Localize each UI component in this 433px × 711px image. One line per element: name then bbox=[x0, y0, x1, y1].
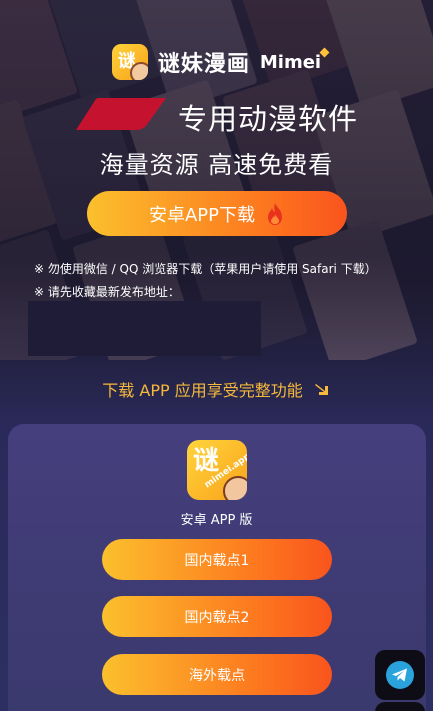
android-app-label: 安卓 APP 版 bbox=[180, 513, 253, 528]
address-box bbox=[28, 301, 261, 356]
floating-button-secondary[interactable] bbox=[375, 702, 425, 711]
mirror-label: 海外载点 bbox=[189, 667, 245, 684]
app-icon-glyph: 谜 bbox=[193, 446, 220, 476]
ribbon-icon bbox=[76, 98, 166, 130]
arrow-down-right-icon bbox=[314, 384, 328, 395]
app-logo-icon: 谜 bbox=[111, 44, 148, 80]
app-icon: 谜 mimei.app bbox=[187, 440, 247, 500]
brand-name-en: Mimei bbox=[260, 47, 330, 73]
telegram-icon bbox=[386, 661, 414, 689]
tagline-sub: 海量资源 高速免费看 bbox=[99, 151, 334, 179]
tagline-main: 专用动漫软件 bbox=[178, 102, 359, 136]
download-hint: 下载 APP 应用享受完整功能 bbox=[0, 377, 433, 401]
note-browser: ※ 勿使用微信 / QQ 浏览器下载（苹果用户请使用 Safari 下载） bbox=[34, 262, 377, 276]
mirror-overseas-button[interactable]: 海外载点 bbox=[102, 654, 332, 695]
brand-header: 谜 谜妹漫画 Mimei bbox=[0, 44, 433, 80]
mirror-domestic-2-button[interactable]: 国内载点2 bbox=[102, 596, 332, 637]
android-download-button[interactable]: 安卓APP下载 bbox=[87, 191, 347, 236]
mirror-label: 国内载点2 bbox=[184, 609, 250, 626]
brand-name: 谜妹漫画 bbox=[157, 52, 250, 77]
mirror-label: 国内载点1 bbox=[184, 552, 250, 569]
download-hint-text: 下载 APP 应用享受完整功能 bbox=[102, 381, 303, 400]
flame-icon bbox=[268, 202, 283, 225]
download-notes: ※ 勿使用微信 / QQ 浏览器下载（苹果用户请使用 Safari 下载） ※ … bbox=[34, 258, 414, 304]
sparkle-icon bbox=[319, 47, 330, 57]
hero-tagline: 专用动漫软件 bbox=[0, 96, 433, 136]
android-download-label: 安卓APP下载 bbox=[148, 204, 256, 226]
telegram-button[interactable] bbox=[375, 650, 425, 700]
mirror-domestic-1-button[interactable]: 国内载点1 bbox=[102, 539, 332, 580]
